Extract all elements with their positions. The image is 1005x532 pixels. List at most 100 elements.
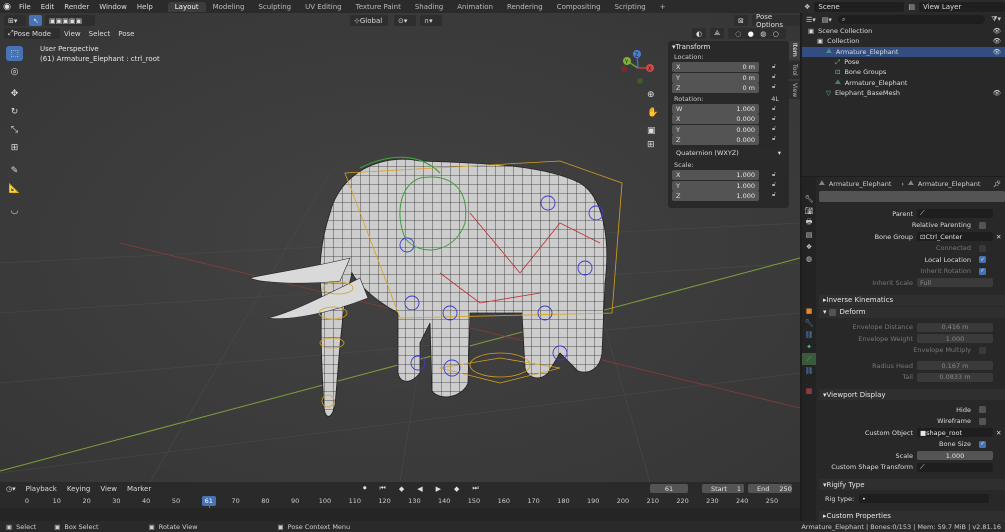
tab-uv-editing[interactable]: UV Editing [298, 2, 349, 12]
gizmo-toggle-button[interactable]: ⟁ [710, 28, 724, 39]
visibility-eye-icon[interactable]: 👁︎ [993, 37, 1001, 45]
menu-timeline-view[interactable]: View [95, 485, 122, 493]
tail-field[interactable]: 0.0833 m [917, 372, 993, 382]
rotation-mode-dropdown[interactable]: Quaternion (WXYZ) ▾ [672, 148, 785, 158]
xray-button[interactable]: ⊠ [734, 15, 748, 26]
texture-tab-icon[interactable]: ▦ [802, 385, 816, 397]
timeline-editor-icon[interactable]: ◷▾ [0, 485, 21, 493]
custom-properties-panel[interactable]: ▸ Custom Properties [819, 510, 1005, 522]
menu-view[interactable]: View [60, 28, 85, 39]
menu-file[interactable]: File [14, 3, 36, 11]
lock-icon[interactable]: 🔓︎ [772, 171, 776, 179]
lock-icon[interactable]: 🔓︎ [772, 63, 776, 71]
output-tab-icon[interactable]: 🖶︎ [802, 217, 816, 229]
measure-tool-button[interactable]: 📐 [6, 181, 23, 196]
outliner-item[interactable]: ▣ Scene Collection 👁︎ [802, 26, 1005, 36]
play-reverse-icon[interactable]: ◀ [412, 485, 427, 493]
pan-view-icon[interactable]: ✋ [647, 108, 658, 118]
record-icon[interactable]: ⏺ [358, 484, 372, 493]
hide-checkbox[interactable] [979, 406, 986, 414]
rotation-y-field[interactable]: Y 0.000 [672, 124, 759, 135]
rotation-x-field[interactable]: X 0.000 [672, 114, 759, 124]
menu-keying[interactable]: Keying [62, 485, 96, 493]
location-x-field[interactable]: X0 m [672, 62, 759, 72]
scene-tab-icon[interactable]: ❖ [802, 241, 816, 253]
overlays-button[interactable]: ◐ [692, 28, 706, 39]
outliner-item[interactable]: ⟁ Armature_Elephant [802, 77, 1005, 87]
lock-icon[interactable]: 🔓︎ [772, 125, 776, 133]
render-tab-icon[interactable]: 📷︎ [802, 205, 816, 217]
tab-modeling[interactable]: Modeling [206, 2, 252, 12]
tab-sculpting[interactable]: Sculpting [251, 2, 298, 12]
timeline-editor[interactable]: ◷▾ Playback Keying View Marker ⏺ ⏮ ◆ ◀ ▶… [0, 482, 800, 522]
pin-icon[interactable]: 📌︎ [993, 180, 1001, 188]
viewport-display-panel[interactable]: ▾ Viewport Display [819, 389, 1005, 400]
start-frame-field[interactable]: Start 1 [702, 484, 744, 493]
orientation-dropdown[interactable]: ⊹ Global [350, 15, 388, 26]
object-tab-icon[interactable]: ■ [802, 305, 816, 317]
add-workspace-button[interactable]: + [653, 2, 673, 12]
tab-compositing[interactable]: Compositing [550, 2, 608, 12]
scale-field[interactable]: 1.000 [917, 451, 993, 461]
envelope-weight-field[interactable]: 1.000 [917, 334, 993, 344]
tweak-tool-button[interactable]: ⬚ [6, 46, 23, 61]
close-icon[interactable]: ✕ [996, 429, 1001, 437]
wireframe-shading-icon[interactable]: ◌ [735, 30, 741, 38]
envelope-multiply-checkbox[interactable] [979, 346, 986, 354]
radius-head-field[interactable]: 0.167 m [917, 361, 993, 371]
local-location-checkbox[interactable]: ✓ [979, 256, 986, 264]
tab-layout[interactable]: Layout [167, 1, 206, 12]
rotation-z-field[interactable]: Z 0.000 [672, 135, 759, 145]
playhead-frame-indicator[interactable]: 61 [201, 496, 216, 506]
outliner[interactable]: ☰▾ ▤▾ ⌕ ⧩▾ ▣ Scene Collection 👁︎ ▣ Collectio… [802, 13, 1005, 176]
lock-icon[interactable]: 🔓︎ [772, 105, 776, 113]
zoom-view-icon[interactable]: ⊕ [647, 90, 655, 100]
shading-modes[interactable]: ◌ ● ◍ ○ [728, 28, 786, 39]
move-tool-button[interactable]: ✥ [6, 86, 23, 101]
lock-icon[interactable]: 🔓︎ [772, 191, 776, 199]
menu-render[interactable]: Render [59, 3, 94, 11]
relative-parenting-checkbox[interactable] [979, 221, 986, 229]
tab-texture-paint[interactable]: Texture Paint [349, 2, 408, 12]
tab-scripting[interactable]: Scripting [608, 2, 653, 12]
camera-view-icon[interactable]: ▣ [647, 126, 656, 136]
select-mode-button[interactable]: ↖ [29, 15, 42, 26]
custom-shape-transform-field[interactable]: ⟋ [917, 462, 993, 472]
close-icon[interactable]: ✕ [996, 233, 1001, 241]
envelope-distance-field[interactable]: 0.416 m [917, 322, 993, 332]
rotate-tool-button[interactable]: ↻ [6, 104, 23, 119]
lock-icon[interactable]: 🔓︎ [772, 181, 776, 189]
tab-shading[interactable]: Shading [408, 2, 450, 12]
bone-size-checkbox[interactable]: ✓ [979, 440, 986, 448]
outliner-item[interactable]: ⊡ Bone Groups [802, 67, 1005, 77]
scale-tool-button[interactable]: ⤡ [6, 122, 23, 137]
visibility-eye-icon[interactable]: 👁︎ [993, 48, 1001, 56]
view-layer-tab-icon[interactable]: ▤ [802, 229, 816, 241]
menu-window[interactable]: Window [94, 3, 132, 11]
current-frame-field[interactable]: 61 [650, 484, 688, 493]
jump-end-icon[interactable]: ⏭ [467, 484, 483, 493]
solid-shading-icon[interactable]: ● [748, 30, 754, 38]
rig-type-field[interactable]: • [859, 494, 989, 504]
lock-icon[interactable]: 🔓︎ [772, 73, 776, 81]
inherit-rotation-checkbox[interactable]: ✓ [979, 267, 986, 275]
lock-icon[interactable]: 🔓︎ [772, 115, 776, 123]
world-tab-icon[interactable]: ◍ [802, 253, 816, 265]
display-mode-icon[interactable]: ▤▾ [822, 16, 832, 24]
scale-z-field[interactable]: Z 1.000 [672, 191, 759, 201]
rendered-shading-icon[interactable]: ○ [773, 30, 779, 38]
perspective-toggle-icon[interactable]: ⊞ [647, 140, 655, 150]
menu-help[interactable]: Help [132, 3, 158, 11]
rigify-type-panel[interactable]: ▾ Rigify Type [819, 479, 1005, 490]
menu-edit[interactable]: Edit [36, 3, 60, 11]
menu-pose[interactable]: Pose [114, 28, 138, 39]
annotate-tool-button[interactable]: ✎ [6, 163, 23, 178]
editor-type-button[interactable]: ⊞▾ [4, 15, 26, 26]
connected-checkbox[interactable] [979, 244, 986, 252]
outliner-item[interactable]: ▣ Collection 👁︎ [802, 36, 1005, 46]
blender-logo-icon[interactable]: ◉ [0, 0, 14, 13]
location-y-field[interactable]: Y0 m [672, 72, 759, 83]
breakdowner-tool-button[interactable]: ◡ [6, 203, 23, 218]
outliner-item[interactable]: ▽ Elephant_BaseMesh 👁︎ [802, 88, 1005, 98]
wireframe-checkbox[interactable] [979, 417, 986, 425]
